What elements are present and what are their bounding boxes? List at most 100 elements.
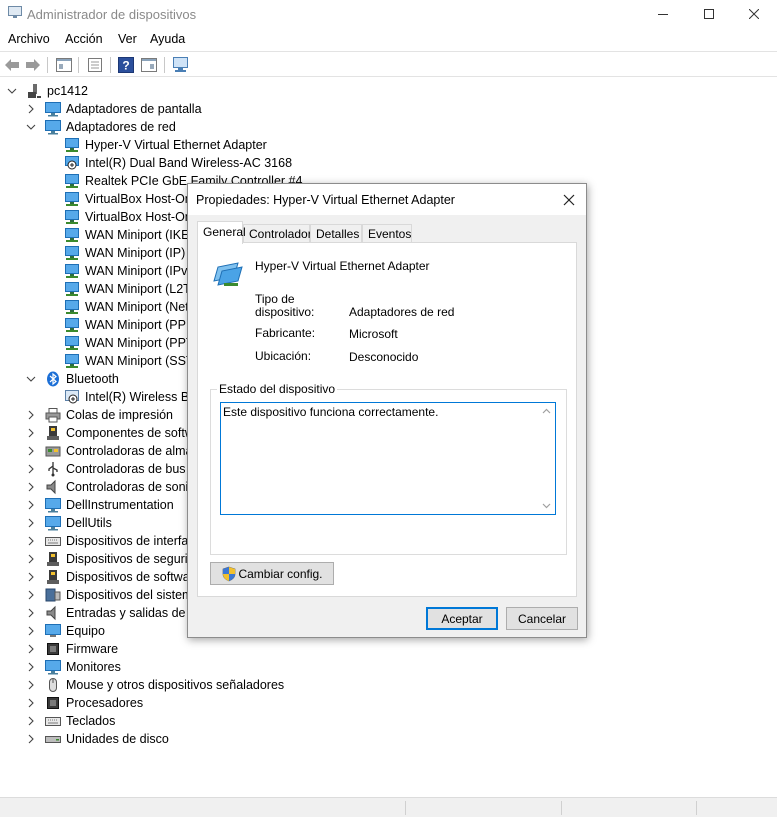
tree-device[interactable]: WAN Miniport (SSTP xyxy=(44,352,202,370)
tree-device[interactable]: Intel(R) Wireless Blue xyxy=(44,388,206,406)
security-device-icon xyxy=(45,551,61,567)
tree-device[interactable]: WAN Miniport (IKEv xyxy=(44,226,196,244)
expand-chevron-icon[interactable] xyxy=(25,535,37,547)
ok-button[interactable]: Aceptar xyxy=(426,607,498,630)
expand-chevron-icon[interactable] xyxy=(25,679,37,691)
tree-item-label: Adaptadores de pantalla xyxy=(66,102,202,116)
forward-button[interactable] xyxy=(24,56,42,73)
collapse-chevron-icon[interactable] xyxy=(25,121,37,133)
tab-eventos[interactable]: Eventos xyxy=(362,224,412,243)
tree-device[interactable]: VirtualBox Host-Onl xyxy=(44,208,195,226)
tree-category[interactable]: Dispositivos de segurid xyxy=(25,550,195,568)
tree-device[interactable]: VirtualBox Host-Onl xyxy=(44,190,195,208)
network-child-icon xyxy=(64,335,80,351)
expand-chevron-icon[interactable] xyxy=(25,463,37,475)
expand-chevron-icon[interactable] xyxy=(25,715,37,727)
expand-chevron-icon[interactable] xyxy=(25,553,37,565)
close-button[interactable] xyxy=(731,0,777,28)
tree-item-label: VirtualBox Host-Onl xyxy=(85,210,195,224)
status-scrollbar[interactable] xyxy=(538,403,555,514)
tree-root-computer[interactable]: pc1412 xyxy=(6,82,88,100)
tree-device[interactable]: WAN Miniport (IP) xyxy=(44,244,185,262)
tree-item-label: Equipo xyxy=(66,624,105,638)
tree-device[interactable]: WAN Miniport (L2TP xyxy=(44,280,199,298)
update-driver-button[interactable] xyxy=(86,56,104,73)
tree-item-label: Componentes de softw xyxy=(66,426,194,440)
maximize-button[interactable] xyxy=(686,0,732,28)
tree-category[interactable]: Dispositivos de interfaz xyxy=(25,532,195,550)
scan-hardware-button[interactable] xyxy=(172,56,190,73)
tree-category[interactable]: Firmware xyxy=(25,640,118,658)
expand-chevron-icon[interactable] xyxy=(25,571,37,583)
expand-chevron-icon[interactable] xyxy=(25,589,37,601)
tree-category[interactable]: Controladoras de almac xyxy=(25,442,199,460)
expand-chevron-icon[interactable] xyxy=(25,607,37,619)
collapse-chevron-icon[interactable] xyxy=(6,85,18,97)
tree-category[interactable]: Teclados xyxy=(25,712,115,730)
expand-chevron-icon[interactable] xyxy=(25,643,37,655)
tree-category[interactable]: Entradas y salidas de au xyxy=(25,604,203,622)
tree-item-label: WAN Miniport (IPv6 xyxy=(85,264,195,278)
tree-category[interactable]: Equipo xyxy=(25,622,105,640)
resources-view-button[interactable] xyxy=(140,56,158,73)
tree-category[interactable]: Procesadores xyxy=(25,694,143,712)
expand-chevron-icon[interactable] xyxy=(25,103,37,115)
expand-chevron-icon[interactable] xyxy=(25,661,37,673)
location-label: Ubicación: xyxy=(255,349,312,363)
tree-category[interactable]: Dispositivos de software xyxy=(25,568,201,586)
menu-ayuda[interactable]: Ayuda xyxy=(150,32,185,46)
toolbar-separator xyxy=(47,57,48,73)
tab-controlador[interactable]: Controlador xyxy=(243,224,312,243)
tree-device[interactable]: WAN Miniport (PPPO xyxy=(44,316,204,334)
menu-accion[interactable]: Acción xyxy=(65,32,103,46)
tree-item-label: WAN Miniport (L2TP xyxy=(85,282,200,296)
tree-item-label: WAN Miniport (PPTP xyxy=(85,336,202,350)
tree-category[interactable]: Dispositivos del sistema xyxy=(25,586,199,604)
tree-category[interactable]: Controladoras de bus se xyxy=(25,460,202,478)
expand-chevron-icon[interactable] xyxy=(25,427,37,439)
scan-hardware-icon xyxy=(173,56,188,72)
expand-chevron-icon[interactable] xyxy=(25,733,37,745)
minimize-button[interactable] xyxy=(640,0,686,28)
tree-category[interactable]: Componentes de softw xyxy=(25,424,194,442)
menu-ver[interactable]: Ver xyxy=(118,32,137,46)
scroll-down-icon xyxy=(542,503,551,509)
dialog-close-button[interactable] xyxy=(558,189,580,211)
expand-chevron-icon[interactable] xyxy=(25,697,37,709)
tree-item-label: Bluetooth xyxy=(66,372,119,386)
tab-detalles[interactable]: Detalles xyxy=(310,224,362,243)
tree-device[interactable]: Intel(R) Dual Band Wireless-AC 3168 xyxy=(44,154,292,172)
tree-category[interactable]: Adaptadores de pantalla xyxy=(25,100,202,118)
tree-category[interactable]: Controladoras de sonido xyxy=(25,478,202,496)
tree-item-label: Intel(R) Dual Band Wireless-AC 3168 xyxy=(85,156,293,170)
tree-device[interactable]: Hyper-V Virtual Ethernet Adapter xyxy=(44,136,267,154)
tree-category[interactable]: DellInstrumentation xyxy=(25,496,174,514)
tree-category[interactable]: Monitores xyxy=(25,658,121,676)
expand-chevron-icon[interactable] xyxy=(25,481,37,493)
tab-general[interactable]: General xyxy=(197,221,246,244)
menu-archivo[interactable]: Archivo xyxy=(8,32,50,46)
tree-category[interactable]: DellUtils xyxy=(25,514,112,532)
tree-category[interactable]: Adaptadores de red xyxy=(25,118,176,136)
properties-view-button[interactable] xyxy=(55,56,73,73)
tree-device[interactable]: WAN Miniport (PPTP xyxy=(44,334,202,352)
change-settings-button[interactable]: Cambiar config. xyxy=(210,562,334,585)
expand-chevron-icon[interactable] xyxy=(25,445,37,457)
tree-category[interactable]: Bluetooth xyxy=(25,370,119,388)
tree-category[interactable]: Colas de impresión xyxy=(25,406,173,424)
tree-category[interactable]: Unidades de disco xyxy=(25,730,169,748)
expand-chevron-icon[interactable] xyxy=(25,625,37,637)
device-status-textbox[interactable]: Este dispositivo funciona correctamente. xyxy=(220,402,556,515)
help-button[interactable]: ? xyxy=(117,56,135,73)
cancel-button[interactable]: Cancelar xyxy=(506,607,578,630)
collapse-chevron-icon[interactable] xyxy=(25,373,37,385)
tree-device[interactable]: WAN Miniport (Netw xyxy=(44,298,198,316)
expand-chevron-icon[interactable] xyxy=(25,517,37,529)
expand-chevron-icon[interactable] xyxy=(25,499,37,511)
tree-category[interactable]: Mouse y otros dispositivos señaladores xyxy=(25,676,284,694)
expand-chevron-icon[interactable] xyxy=(25,409,37,421)
tree-device[interactable]: WAN Miniport (IPv6 xyxy=(44,262,194,280)
back-button[interactable] xyxy=(3,56,21,73)
properties-dialog: Propiedades: Hyper-V Virtual Ethernet Ad… xyxy=(187,183,587,638)
